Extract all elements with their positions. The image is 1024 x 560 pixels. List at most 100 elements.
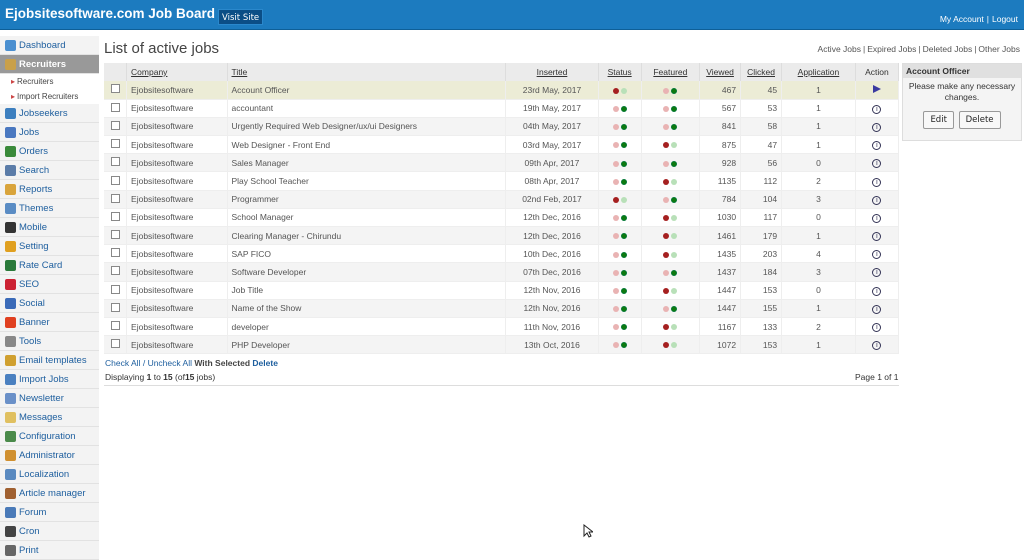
red-light-icon[interactable] [612,87,619,94]
sidebar-subitem-recruiters[interactable]: ▸ Recruiters [0,74,99,89]
featured-toggle[interactable] [662,231,678,241]
green-light-icon[interactable] [620,269,627,276]
featured-toggle[interactable] [662,267,678,277]
green-light-icon[interactable] [671,87,678,94]
red-light-icon[interactable] [663,306,670,313]
table-row[interactable]: Ejobsitesoftware Name of the Show 12th Nov… [104,299,900,318]
green-light-icon[interactable] [620,342,627,349]
sidebar-item-reports[interactable]: Reports [0,180,99,199]
red-light-icon[interactable] [663,160,670,167]
green-light-icon[interactable] [620,306,627,313]
delete-selected-link[interactable]: Delete [252,358,278,368]
green-light-icon[interactable] [620,124,627,131]
table-row[interactable]: Ejobsitesoftware Web Designer - Front End… [104,135,900,155]
red-light-icon[interactable] [663,106,670,113]
title-cell[interactable]: School Manager [227,208,507,228]
status-toggle[interactable] [612,322,628,332]
sidebar-item-setting[interactable]: Setting [0,237,99,256]
green-light-icon[interactable] [671,251,678,258]
row-checkbox[interactable] [110,102,120,112]
info-icon[interactable]: i [872,232,882,242]
status-toggle[interactable] [612,121,628,131]
table-row[interactable]: Ejobsitesoftware developer 11th Nov, 2016 1… [104,317,900,337]
red-light-icon[interactable] [612,342,619,349]
featured-toggle[interactable] [662,85,678,95]
application-cell[interactable]: 3 [781,190,856,209]
green-light-icon[interactable] [620,106,627,113]
table-row[interactable]: Ejobsitesoftware School Manager 12th Dec, … [104,208,900,228]
green-light-icon[interactable] [620,215,627,222]
featured-toggle[interactable] [662,103,678,113]
row-checkbox[interactable] [110,321,120,331]
row-checkbox[interactable] [110,157,120,167]
sidebar-item-import-jobs[interactable]: Import Jobs [0,370,99,389]
delete-button[interactable]: Delete [958,111,1001,129]
row-checkbox[interactable] [110,211,120,221]
title-cell[interactable]: Play School Teacher [227,171,507,191]
title-cell[interactable]: Urgently Required Web Designer/ux/ui Des… [227,117,507,137]
red-light-icon[interactable] [612,287,619,294]
sidebar-item-orders[interactable]: Orders [0,142,99,161]
green-light-icon[interactable] [620,87,627,94]
status-toggle[interactable] [612,285,628,295]
table-row[interactable]: Ejobsitesoftware Programmer 02nd Feb, 2017… [104,190,900,209]
title-cell[interactable]: Programmer [227,190,507,209]
table-row[interactable]: Ejobsitesoftware Software Developer 07th D… [104,262,900,282]
green-light-icon[interactable] [671,324,678,331]
sidebar-item-jobseekers[interactable]: Jobseekers [0,104,99,123]
column-header-application[interactable]: Application [781,63,856,81]
red-light-icon[interactable] [612,196,619,203]
check-all-link[interactable]: Check All [105,358,140,368]
featured-toggle[interactable] [662,158,678,168]
row-checkbox[interactable] [110,120,120,130]
application-cell[interactable]: 0 [781,208,856,228]
featured-toggle[interactable] [662,285,678,295]
status-toggle[interactable] [612,103,628,113]
status-toggle[interactable] [612,140,628,150]
status-toggle[interactable] [612,85,628,95]
red-light-icon[interactable] [663,124,670,131]
sidebar-item-dashboard[interactable]: Dashboard [0,36,99,55]
title-cell[interactable]: Name of the Show [227,299,507,318]
visit-site-button[interactable]: Visit Site [218,9,264,25]
row-checkbox[interactable] [110,248,120,258]
status-toggle[interactable] [612,176,628,186]
green-light-icon[interactable] [671,106,678,113]
red-light-icon[interactable] [663,196,670,203]
sidebar-item-print[interactable]: Print [0,541,99,560]
info-icon[interactable]: i [872,195,882,205]
table-row[interactable]: Ejobsitesoftware PHP Developer 13th Oct, 2… [104,335,900,355]
filter-link-other-jobs[interactable]: Other Jobs [978,44,1020,54]
sidebar-item-social[interactable]: Social [0,294,99,313]
application-cell[interactable]: 1 [781,226,856,246]
application-cell[interactable]: 4 [781,244,856,264]
info-icon[interactable]: i [872,268,882,278]
column-header-inserted[interactable]: Inserted [505,63,599,81]
table-row[interactable]: Ejobsitesoftware Urgently Required Web De… [104,117,900,137]
logout-link[interactable]: Logout [992,14,1018,24]
status-toggle[interactable] [612,231,628,241]
info-icon[interactable]: i [872,159,882,169]
my-account-link[interactable]: My Account [940,14,984,24]
sidebar-item-rate-card[interactable]: Rate Card [0,256,99,275]
red-light-icon[interactable] [663,233,670,240]
sidebar-item-recruiters[interactable]: Recruiters [0,55,99,74]
red-light-icon[interactable] [663,324,670,331]
filter-link-expired-jobs[interactable]: Expired Jobs [867,44,916,54]
column-header-clicked[interactable]: Clicked [740,63,783,81]
status-toggle[interactable] [612,158,628,168]
title-cell[interactable]: SAP FICO [227,244,507,264]
application-cell[interactable]: 2 [781,317,856,337]
sidebar-item-localization[interactable]: Localization [0,465,99,484]
featured-toggle[interactable] [662,303,678,313]
green-light-icon[interactable] [671,142,678,149]
green-light-icon[interactable] [620,251,627,258]
table-row[interactable]: Ejobsitesoftware Job Title 12th Nov, 2016 1… [104,281,900,300]
green-light-icon[interactable] [620,233,627,240]
play-icon[interactable] [872,84,881,93]
edit-button[interactable]: Edit [923,111,954,129]
row-checkbox[interactable] [110,175,120,185]
sidebar-item-themes[interactable]: Themes [0,199,99,218]
brand-title[interactable]: Ejobsitesoftware.com Job Board [5,6,215,21]
featured-toggle[interactable] [662,322,678,332]
